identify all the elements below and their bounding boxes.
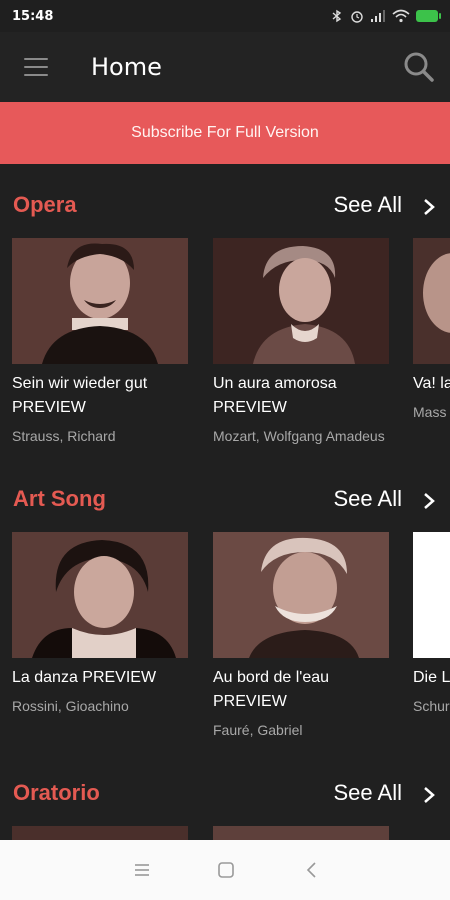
chevron-right-icon[interactable] (422, 786, 436, 804)
portrait-image (413, 238, 450, 364)
portrait-image (213, 826, 389, 840)
status-bar: 15:48 (0, 0, 450, 32)
back-icon[interactable] (302, 860, 322, 880)
alarm-icon (351, 11, 363, 23)
section-title: Oratorio (13, 780, 100, 805)
card-title: Sein wir wieder gut PREVIEW (12, 375, 148, 416)
recents-icon[interactable] (132, 860, 152, 880)
card-title: Un aura amorosa PREVIEW (213, 375, 337, 416)
portrait-image (12, 826, 188, 840)
portrait-image (413, 532, 450, 658)
portrait-image (213, 532, 389, 658)
home-content[interactable]: Opera See All Sein wir wieder gut PREVIE… (0, 164, 450, 840)
section-title: Art Song (13, 486, 106, 511)
card[interactable]: Va! la larm Mass (413, 238, 450, 423)
portrait-image (12, 238, 188, 364)
card[interactable]: Un aura amorosa PREVIEW Mozart, Wolfgang… (213, 238, 391, 447)
card[interactable]: La danza PREVIEW Rossini, Gioachino (12, 532, 190, 717)
bluetooth-icon (332, 9, 342, 23)
card-artist: Rossini, Gioachino (12, 698, 129, 714)
card-artist: Strauss, Richard (12, 428, 116, 444)
subscribe-banner[interactable]: Subscribe For Full Version (0, 102, 450, 164)
app-bar: Home (0, 32, 450, 102)
page-title: Home (91, 53, 162, 81)
home-icon[interactable] (216, 860, 236, 880)
status-icons (330, 9, 441, 23)
portrait-image (12, 532, 188, 658)
card[interactable]: Sein wir wieder gut PREVIEW Strauss, Ric… (12, 238, 190, 447)
card-artist: Mozart, Wolfgang Amadeus (213, 428, 385, 444)
status-time: 15:48 (12, 8, 54, 24)
battery-icon (416, 10, 441, 22)
card[interactable]: Au bord de l'eau PREVIEW Fauré, Gabriel (213, 532, 391, 741)
chevron-right-icon[interactable] (422, 198, 436, 216)
see-all-button[interactable]: See All (334, 486, 403, 512)
section-header: Art Song See All (0, 482, 450, 522)
card-artist: Schur (413, 698, 450, 714)
card-artist: Mass (413, 404, 447, 420)
section-header: Oratorio See All (0, 776, 450, 816)
card-title: Va! la larm (413, 375, 450, 392)
chevron-right-icon[interactable] (422, 492, 436, 510)
card-title: Die L PREV (413, 669, 450, 686)
wifi-icon (392, 9, 410, 23)
search-icon[interactable] (402, 50, 436, 84)
section-opera: Opera See All Sein wir wieder gut PREVIE… (0, 188, 450, 458)
system-nav-bar (0, 840, 450, 900)
card-title: Au bord de l'eau PREVIEW (213, 669, 330, 710)
signal-icon (371, 10, 385, 22)
see-all-button[interactable]: See All (334, 192, 403, 218)
hamburger-menu-icon[interactable] (24, 58, 48, 76)
section-title: Opera (13, 192, 77, 217)
see-all-button[interactable]: See All (334, 780, 403, 806)
card-artist: Fauré, Gabriel (213, 722, 303, 738)
card[interactable]: Die L PREV Schur (413, 532, 450, 717)
section-art-song: Art Song See All La danza PREVIEW Rossin… (0, 482, 450, 752)
section-oratorio: Oratorio See All (0, 776, 450, 840)
portrait-image (213, 238, 389, 364)
card-title: La danza PREVIEW (12, 669, 157, 686)
section-header: Opera See All (0, 188, 450, 228)
